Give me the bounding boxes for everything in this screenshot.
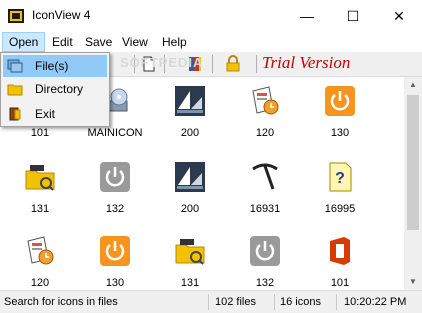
status-divider xyxy=(274,294,275,310)
power-gray-icon xyxy=(250,236,280,266)
menu-item-directory[interactable]: Directory xyxy=(3,78,107,100)
question-doc-icon: ? xyxy=(329,162,352,192)
menu-bar: Open Edit Save View Help xyxy=(0,32,422,52)
menu-item-exit[interactable]: Exit xyxy=(3,103,107,125)
status-file-count: 102 files xyxy=(215,296,256,308)
app-icon xyxy=(8,9,24,23)
status-divider xyxy=(208,294,209,310)
close-icon: ✕ xyxy=(393,7,405,24)
power-gray-icon xyxy=(100,162,130,192)
icon-cell[interactable]: 120 xyxy=(235,83,295,143)
menu-item-label: Directory xyxy=(35,82,84,96)
icon-label: 101 xyxy=(330,277,350,289)
document-clock-icon xyxy=(27,236,54,265)
menu-edit[interactable]: Edit xyxy=(46,32,79,52)
folder-clapper-icon xyxy=(25,165,55,191)
icon-cell[interactable]: 16931 xyxy=(235,159,295,219)
sail-icon xyxy=(175,86,205,116)
maximize-button[interactable]: ☐ xyxy=(330,0,376,32)
icon-label: 16931 xyxy=(249,203,281,215)
menu-item-label: Exit xyxy=(35,107,56,121)
icon-label: 131 xyxy=(30,203,50,215)
scroll-up-icon[interactable]: ▲ xyxy=(404,77,422,93)
icon-label: 131 xyxy=(180,277,200,289)
icon-label: 16995 xyxy=(324,203,356,215)
icon-label: 120 xyxy=(30,277,50,289)
icon-cell[interactable]: 132 xyxy=(85,159,145,219)
icon-cell[interactable]: 131 xyxy=(160,233,220,290)
scroll-thumb[interactable] xyxy=(407,95,419,230)
exit-door-icon xyxy=(9,107,21,121)
power-orange-icon xyxy=(325,86,355,116)
sail-icon xyxy=(175,162,205,192)
menu-item-files[interactable]: File(s) xyxy=(3,55,107,77)
toolbar-separator xyxy=(256,55,257,73)
icon-label: 132 xyxy=(255,277,275,289)
maximize-icon: ☐ xyxy=(346,7,360,24)
minimize-button[interactable]: — xyxy=(284,0,330,32)
trial-version-label: Trial Version xyxy=(262,53,351,72)
menu-view[interactable]: View xyxy=(116,32,154,52)
folder-icon xyxy=(7,84,23,96)
menu-item-label: File(s) xyxy=(35,59,69,73)
menu-help[interactable]: Help xyxy=(156,32,193,52)
menu-save[interactable]: Save xyxy=(79,32,118,52)
folder-clapper-icon xyxy=(175,239,205,265)
vertical-scrollbar[interactable]: ▲ ▼ xyxy=(404,77,422,290)
icon-label: 200 xyxy=(180,203,200,215)
icon-label: 130 xyxy=(105,277,125,289)
pickaxe-icon xyxy=(252,163,278,190)
icon-label: 130 xyxy=(330,127,350,139)
status-icon-count: 16 icons xyxy=(280,296,321,308)
svg-text:?: ? xyxy=(335,170,345,187)
icon-label: MAINICON xyxy=(87,127,143,139)
icon-label: 200 xyxy=(180,127,200,139)
icon-cell[interactable]: 101 xyxy=(310,233,370,290)
status-time: 10:20:22 PM xyxy=(344,296,407,308)
icon-label: 101 xyxy=(30,127,50,139)
icon-label: 132 xyxy=(105,203,125,215)
document-clock-icon xyxy=(252,86,279,115)
open-menu-dropdown: File(s) Directory Exit xyxy=(0,52,110,127)
icon-cell[interactable]: 120 xyxy=(10,233,70,290)
status-divider xyxy=(336,294,337,310)
status-hint: Search for icons in files xyxy=(4,296,118,308)
icon-cell[interactable]: 130 xyxy=(85,233,145,290)
close-button[interactable]: ✕ xyxy=(376,0,422,32)
icon-cell[interactable]: 131 xyxy=(10,159,70,219)
files-icon xyxy=(7,59,23,73)
icon-label: 120 xyxy=(255,127,275,139)
status-bar: Search for icons in files 102 files 16 i… xyxy=(0,290,422,313)
office-icon xyxy=(330,237,350,265)
power-orange-icon xyxy=(100,236,130,266)
icon-cell[interactable]: 132 xyxy=(235,233,295,290)
title-bar: IconView 4 — ☐ ✕ xyxy=(0,0,422,32)
watermark: SOFTPEDIA xyxy=(120,55,204,70)
window-title: IconView 4 xyxy=(32,8,91,22)
scroll-down-icon[interactable]: ▼ xyxy=(404,274,422,290)
icon-cell[interactable]: ? 16995 xyxy=(310,159,370,219)
icon-cell[interactable]: 130 xyxy=(310,83,370,143)
toolbar-separator xyxy=(212,55,213,73)
lock-icon[interactable] xyxy=(224,55,242,73)
icon-cell[interactable]: 200 xyxy=(160,83,220,143)
icon-cell[interactable]: 200 xyxy=(160,159,220,219)
menu-open[interactable]: Open xyxy=(2,32,46,52)
minimize-icon: — xyxy=(300,8,314,24)
